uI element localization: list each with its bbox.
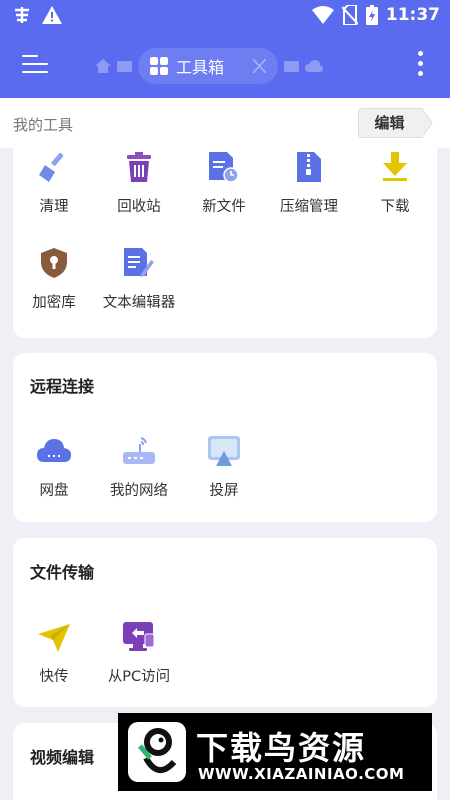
watermark-url: WWW.XIAZAINIAO.COM [198,765,405,783]
tool-cloud-drive[interactable]: 网盘 [13,436,97,500]
warning-icon [42,6,62,24]
close-icon[interactable] [240,59,267,73]
remote-connection-card: 远程连接 网盘 我的网络 投屏 [13,353,437,522]
tool-text-editor[interactable]: 文本编辑器 [96,248,182,312]
tool-new-file[interactable]: 新文件 [181,152,267,216]
card-title: 文件传输 [30,563,95,582]
tab-label: 工具箱 [176,58,225,77]
pc-access-icon [123,622,155,652]
router-icon [123,436,155,466]
tool-label: 加密库 [32,295,76,311]
tool-label: 新文件 [202,199,246,215]
zip-icon [294,152,324,182]
status-bar: 11:37 [0,0,450,30]
download-icon [380,152,410,182]
tool-label: 压缩管理 [280,199,338,215]
no-sim-icon [341,5,358,25]
broom-icon [39,152,69,182]
cloud-icon [37,436,71,466]
card-title: 远程连接 [30,377,95,396]
edit-button[interactable]: 编辑 [358,108,433,138]
trash-icon [124,152,154,182]
tool-label: 网盘 [39,483,69,499]
grid-icon [150,57,168,75]
tool-clean[interactable]: 清理 [13,152,97,216]
battery-icon [365,5,378,25]
tool-screencast[interactable]: 投屏 [181,436,267,500]
tool-vault[interactable]: 加密库 [13,248,97,312]
tool-label: 快传 [39,669,69,685]
folder-crumb-icon[interactable] [117,60,132,73]
card-title: 视频编辑 [30,748,95,767]
tool-label: 回收站 [117,199,161,215]
more-options-button[interactable] [418,51,424,77]
folder-crumb-icon-2[interactable] [284,60,300,73]
my-tools-header: 我的工具 编辑 [0,98,450,148]
lock-shield-icon [39,248,69,278]
my-tools-title: 我的工具 [13,116,74,134]
tool-recycle-bin[interactable]: 回收站 [96,152,182,216]
text-editor-icon [124,248,154,278]
tool-download[interactable]: 下载 [352,152,437,216]
tool-label: 我的网络 [110,483,168,499]
bug-icon [15,7,29,23]
clock: 11:37 [385,5,440,25]
tool-label: 投屏 [209,483,239,499]
my-tools-card: 清理 回收站 新文件 压缩管理 下载 加密库 文本编辑器 [13,148,437,338]
tool-zip-manager[interactable]: 压缩管理 [266,152,352,216]
tool-label: 清理 [39,199,69,215]
file-transfer-card: 文件传输 快传 从PC访问 [13,538,437,707]
tool-pc-access[interactable]: 从PC访问 [96,622,182,686]
bird-logo-icon [128,722,186,782]
tool-label: 文本编辑器 [102,295,176,311]
watermark-overlay: 下载鸟资源 WWW.XIAZAINIAO.COM [118,713,432,791]
menu-button[interactable] [22,52,48,76]
edit-arrow-shape [419,108,433,138]
watermark-name: 下载鸟资源 [196,729,367,767]
screencast-icon [208,436,240,466]
tool-label: 从PC访问 [107,669,171,685]
home-icon[interactable] [95,59,111,73]
top-bar: 工具箱 [0,30,450,98]
tool-my-network[interactable]: 我的网络 [96,436,182,500]
breadcrumb: 工具箱 [95,48,324,84]
paper-plane-icon [38,622,70,652]
new-file-icon [209,152,239,183]
wifi-icon [311,6,334,24]
tool-quick-transfer[interactable]: 快传 [13,622,97,686]
tool-label: 下载 [380,199,410,215]
edit-button-label: 编辑 [358,108,420,138]
tab-toolbox[interactable]: 工具箱 [138,48,279,84]
cloud-crumb-icon[interactable] [305,60,324,72]
